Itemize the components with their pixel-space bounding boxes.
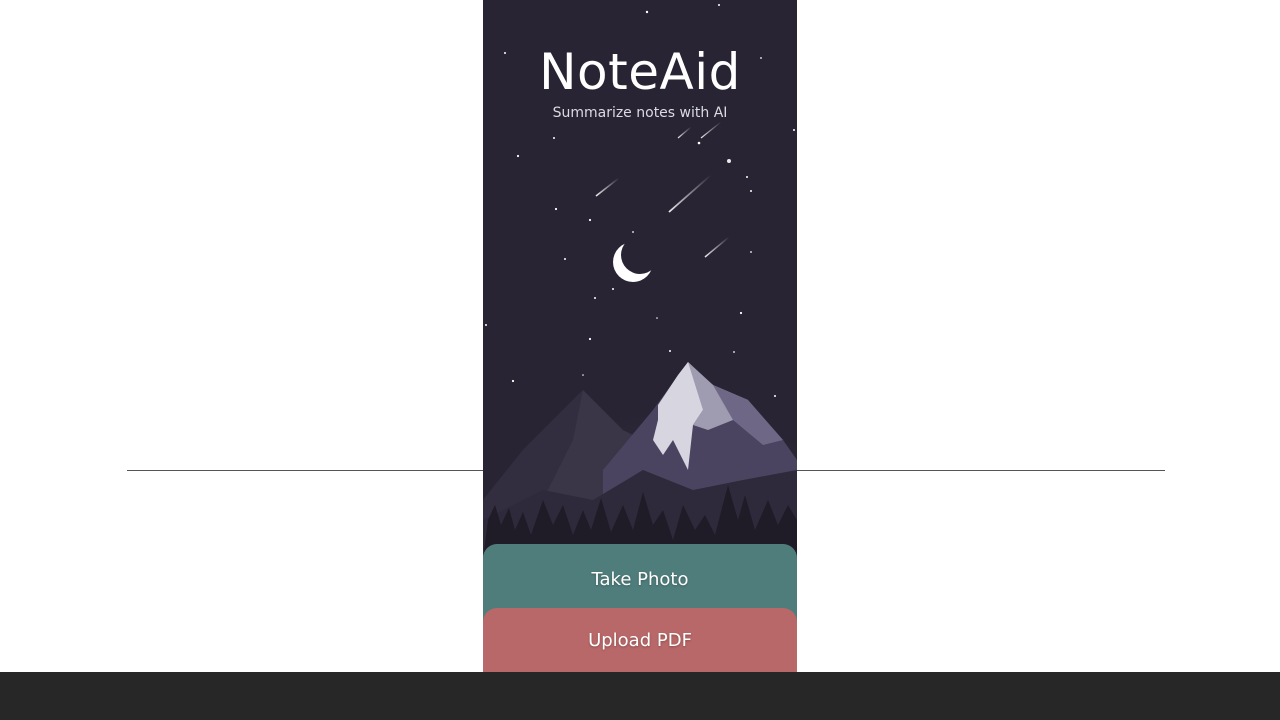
shooting-stars [595, 121, 730, 258]
bottom-bar [0, 672, 1280, 720]
app-subtitle: Summarize notes with AI [552, 105, 728, 121]
screen: NoteAid Summarize notes with AI Take Pho… [0, 0, 1280, 720]
app-frame: NoteAid Summarize notes with AI Take Pho… [483, 0, 797, 672]
upload-pdf-button[interactable]: Upload PDF [483, 608, 797, 672]
take-photo-label: Take Photo [591, 569, 689, 590]
upload-pdf-label: Upload PDF [588, 630, 692, 651]
app-title: NoteAid [539, 43, 741, 101]
crescent-moon-icon [613, 236, 659, 282]
